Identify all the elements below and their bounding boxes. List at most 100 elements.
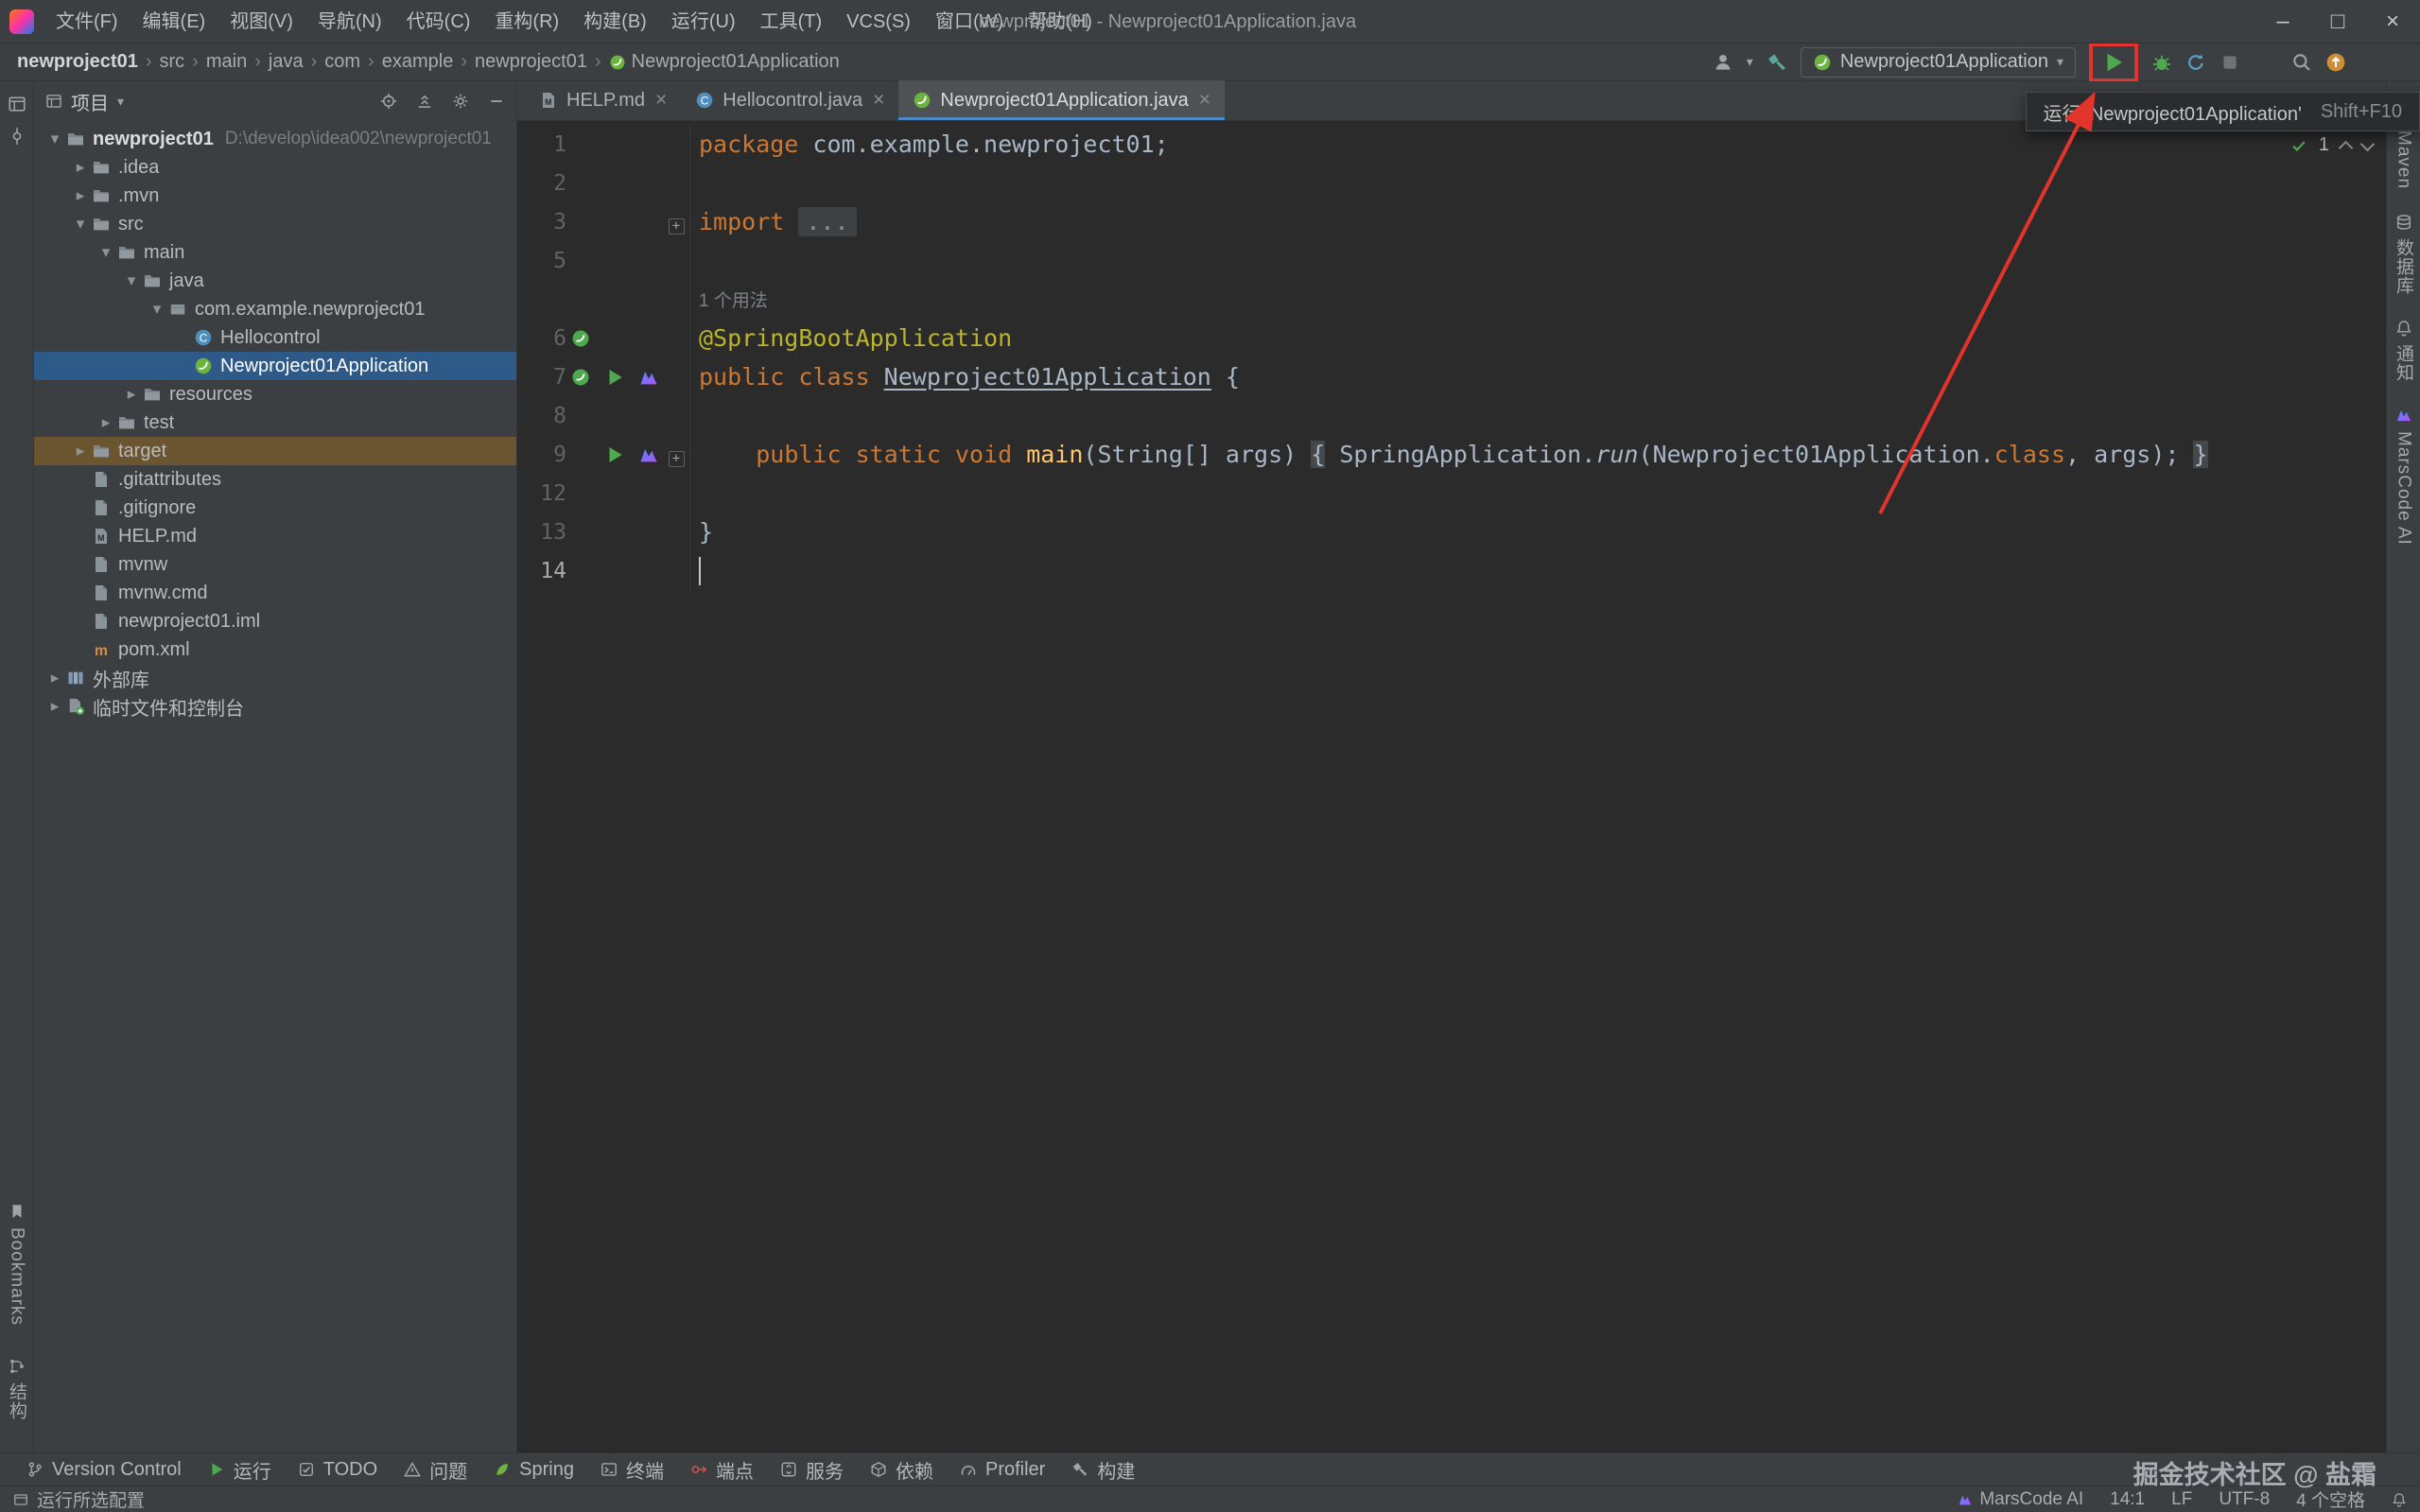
tree-item[interactable]: ▸target (34, 437, 516, 465)
stop-icon[interactable] (2220, 52, 2240, 73)
code-line[interactable]: 5 (517, 241, 2386, 280)
breadcrumb-item[interactable]: Newproject01Application (609, 51, 840, 73)
tool-window-button[interactable]: 依赖 (857, 1453, 947, 1486)
run-config-selector[interactable]: Newproject01Application ▾ (1801, 47, 2076, 78)
gear-icon[interactable] (452, 93, 469, 110)
status-item[interactable]: MarsCode AI (1958, 1489, 2083, 1510)
breadcrumb-item[interactable]: example (382, 51, 454, 73)
rerun-icon[interactable] (2185, 52, 2206, 73)
menu-item[interactable]: 编辑(E) (131, 11, 218, 32)
chevron-right-icon[interactable]: ▸ (69, 186, 92, 205)
chevron-right-icon[interactable]: ▸ (95, 413, 117, 432)
marscode-icon[interactable] (638, 444, 659, 465)
minus-icon[interactable] (488, 93, 505, 110)
fold-marker[interactable]: + (665, 208, 688, 235)
code-line[interactable]: 6@SpringBootApplication (517, 319, 2386, 357)
stripe-item[interactable]: Bookmarks (7, 1203, 27, 1326)
close-icon[interactable]: × (873, 89, 884, 112)
stripe-item[interactable]: 通知 (2391, 320, 2416, 382)
tree-item[interactable]: mvnw (34, 550, 516, 579)
breadcrumb-item[interactable]: com (324, 51, 360, 73)
tree-item[interactable]: ▾java (34, 267, 516, 295)
chevron-down-icon[interactable] (2360, 137, 2376, 152)
editor-tab[interactable]: MHELP.md× (525, 80, 681, 120)
tool-window-button[interactable]: TODO (285, 1453, 391, 1486)
editor-tab[interactable]: CHellocontrol.java× (681, 80, 898, 120)
chevron-down-icon[interactable]: ▾ (44, 130, 66, 148)
tree-item[interactable]: ▾src (34, 210, 516, 238)
menu-item[interactable]: 重构(R) (482, 11, 571, 32)
tree-item[interactable]: Newproject01Application (34, 352, 516, 380)
tree-item[interactable]: ▾com.example.newproject01 (34, 295, 516, 323)
editor-tab[interactable]: Newproject01Application.java× (898, 80, 1225, 120)
breadcrumb-item[interactable]: main (206, 51, 247, 73)
search-icon[interactable] (2291, 52, 2312, 73)
tool-window-button[interactable]: 问题 (391, 1453, 480, 1486)
code-line[interactable]: 14 (517, 551, 2386, 590)
tool-window-button[interactable]: 服务 (767, 1453, 857, 1486)
user-icon[interactable] (1713, 52, 1733, 73)
tool-window-button[interactable]: 终端 (587, 1453, 677, 1486)
tree-item[interactable]: CHellocontrol (34, 323, 516, 352)
tree-item[interactable]: ▸.mvn (34, 182, 516, 210)
menu-item[interactable]: 运行(U) (659, 11, 748, 32)
code-line[interactable]: 3+import ... (517, 202, 2386, 241)
debug-icon[interactable] (2151, 52, 2172, 73)
close-icon[interactable]: × (655, 89, 667, 112)
tree-item[interactable]: ▸test (34, 408, 516, 437)
project-panel-title[interactable]: 项目 (71, 88, 109, 115)
breadcrumb-item[interactable]: newproject01 (475, 51, 587, 73)
chevron-right-icon[interactable]: ▸ (44, 669, 66, 687)
close-button[interactable]: × (2365, 0, 2420, 43)
stripe-item[interactable]: 结构 (4, 1358, 29, 1420)
chevron-right-icon[interactable]: ▸ (44, 697, 66, 716)
chevron-down-icon[interactable]: ▾ (120, 271, 143, 290)
close-icon[interactable]: × (1199, 89, 1210, 112)
tool-window-button[interactable]: Version Control (13, 1453, 195, 1486)
marscode-icon[interactable] (638, 367, 659, 388)
stripe-item[interactable]: MarsCode AI (2394, 407, 2414, 546)
tree-item[interactable]: ▸临时文件和控制台 (34, 692, 516, 721)
menu-item[interactable]: 构建(B) (571, 11, 659, 32)
tool-window-button[interactable]: Spring (480, 1453, 587, 1486)
tool-window-button[interactable]: 端点 (677, 1453, 767, 1486)
tree-item[interactable]: ▾newproject01D:\develop\idea002\newproje… (34, 125, 516, 153)
run-icon[interactable] (604, 444, 625, 465)
menu-item[interactable]: 代码(C) (394, 11, 483, 32)
tree-item[interactable]: mvnw.cmd (34, 579, 516, 607)
update-icon[interactable] (2325, 52, 2346, 73)
code-line[interactable]: 9+ public static void main(String[] args… (517, 435, 2386, 474)
springbean-icon[interactable] (570, 328, 591, 349)
hammer-icon[interactable] (1767, 52, 1787, 73)
status-item[interactable] (2392, 1492, 2407, 1507)
tree-item[interactable]: ▾main (34, 238, 516, 267)
tree-item[interactable]: .gitignore (34, 494, 516, 522)
run-icon[interactable] (604, 367, 625, 388)
stripe-item[interactable] (8, 95, 26, 113)
breadcrumb-item[interactable]: java (269, 51, 304, 73)
tool-window-button[interactable]: 构建 (1058, 1453, 1148, 1486)
run-button[interactable] (2101, 50, 2126, 75)
menu-item[interactable]: VCS(S) (834, 11, 923, 32)
menu-item[interactable]: 视图(V) (218, 11, 305, 32)
menu-item[interactable]: 导航(N) (305, 11, 394, 32)
code-line[interactable]: 12 (517, 474, 2386, 513)
chevron-up-icon[interactable] (2339, 141, 2354, 156)
maximize-button[interactable]: □ (2310, 0, 2365, 43)
chevron-right-icon[interactable]: ▸ (120, 385, 143, 404)
tree-item[interactable]: ▸外部库 (34, 664, 516, 692)
chevron-down-icon[interactable]: ▾ (69, 215, 92, 234)
code-line[interactable]: 13} (517, 513, 2386, 551)
tree-item[interactable]: ▸.idea (34, 153, 516, 182)
chevron-down-icon[interactable]: ▾ (95, 243, 117, 262)
stripe-item[interactable]: 数据库 (2391, 214, 2416, 295)
status-item[interactable]: 14:1 (2110, 1489, 2145, 1510)
tree-item[interactable]: mpom.xml (34, 635, 516, 664)
chevron-right-icon[interactable]: ▸ (69, 442, 92, 461)
code-line[interactable]: 2 (517, 164, 2386, 202)
code-editor[interactable]: 1 1package com.example.newproject01;23+i… (517, 121, 2386, 1452)
minimize-button[interactable]: – (2255, 0, 2310, 43)
status-left[interactable]: 运行所选配置 (13, 1486, 145, 1512)
inspections-widget[interactable]: 1 (2290, 134, 2373, 156)
springbean-icon[interactable] (570, 367, 591, 388)
